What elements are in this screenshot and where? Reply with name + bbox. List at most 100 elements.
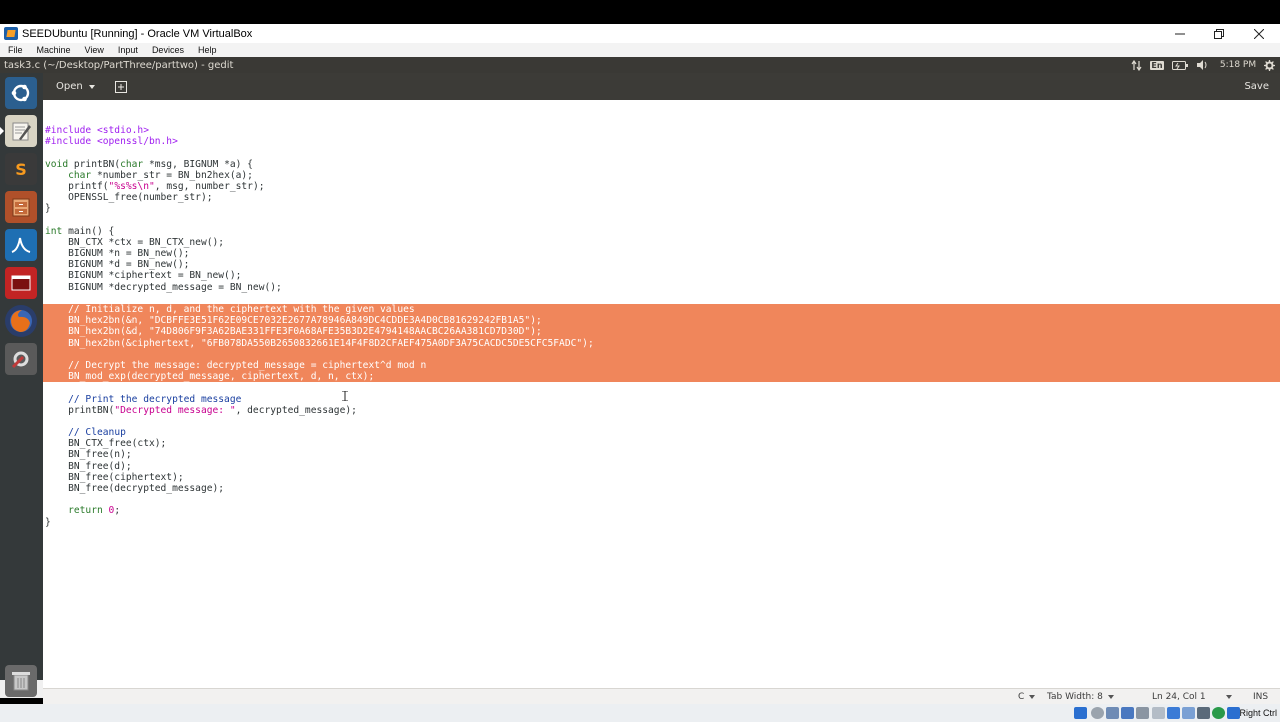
minimize-button[interactable] [1160, 24, 1200, 43]
code-token: int [45, 225, 63, 237]
vt-x-icon[interactable] [1212, 707, 1225, 719]
hard-disk-icon[interactable] [1074, 707, 1087, 719]
file-cabinet-icon [12, 198, 30, 217]
menu-devices[interactable]: Devices [144, 45, 190, 55]
language-selector[interactable]: C [1018, 689, 1036, 705]
save-button[interactable]: Save [1243, 76, 1270, 97]
keyboard-layout-indicator[interactable]: En [1150, 57, 1164, 73]
code-token: "%s%s\n" [108, 180, 155, 192]
ubuntu-dash-icon[interactable] [5, 77, 37, 109]
volume-icon-glyph [1196, 60, 1206, 70]
clock-indicator[interactable]: 5:18 PM [1218, 57, 1258, 73]
code-line: // Initialize n, d, and the ciphertext w… [43, 304, 1280, 316]
display-icon[interactable] [1167, 707, 1180, 719]
code-token: // Initialize n, d, and the ciphertext w… [68, 304, 415, 315]
open-button[interactable]: Open [47, 76, 104, 97]
code-token: BIGNUM *d = BN_new(); [45, 259, 190, 271]
code-token: ); [530, 315, 542, 327]
restore-icon [1214, 28, 1224, 39]
code-token: // Decrypt the message: decrypted_messag… [68, 359, 427, 371]
code-token: printf( [45, 180, 109, 192]
cursor-position-selector[interactable]: Ln 24, Col 1 [1152, 689, 1206, 705]
code-line: BN_hex2bn(&n, "DCBFFE3E51F62E09CE7032E26… [43, 315, 1280, 327]
file-manager-icon[interactable] [5, 191, 37, 223]
code-token: BN_free(decrypted_message); [45, 483, 225, 494]
trash-icon[interactable] [5, 665, 37, 697]
code-token: main() { [62, 225, 115, 237]
code-editor[interactable]: #include <stdio.h> #include <openssl/bn.h… [43, 100, 1280, 688]
chevron-down-icon [1107, 695, 1114, 699]
volume-icon[interactable] [1195, 57, 1209, 73]
code-line: printf("%s%s\n", msg, number_str); [43, 181, 1280, 192]
virtualbox-title-bar[interactable]: SEEDUbuntu [Running] - Oracle VM Virtual… [0, 24, 1280, 43]
system-settings-icon[interactable] [5, 343, 37, 375]
code-line: BN_hex2bn(&d, "74D806F9F3A62BAE331FFE3F0… [43, 326, 1280, 338]
code-token: ); [582, 337, 594, 349]
code-line: #include <openssl/bn.h> [43, 136, 1280, 147]
code-token: } [45, 516, 51, 528]
terminal-app-icon[interactable] [5, 267, 37, 299]
virtualbox-menu-bar: File Machine View Input Devices Help [0, 43, 1280, 57]
code-token: , decrypted_message); [235, 404, 357, 416]
code-token: , msg, number_str); [154, 180, 265, 192]
code-token: BN_hex2bn(&n, [45, 315, 149, 327]
code-token: void [45, 158, 69, 170]
menu-machine[interactable]: Machine [29, 45, 77, 55]
mouse-integration-icon[interactable] [1227, 707, 1240, 719]
text-editor-icon[interactable] [0, 115, 37, 147]
menu-help[interactable]: Help [190, 45, 223, 55]
code-token: ; [114, 505, 121, 517]
host-key-label: Right Ctrl [1239, 708, 1277, 718]
save-button-label: Save [1244, 81, 1269, 92]
host-key-indicator[interactable]: Right Ctrl [1239, 704, 1277, 722]
cpu-icon[interactable] [1197, 707, 1210, 719]
code-line: BIGNUM *ciphertext = BN_new(); [43, 270, 1280, 281]
settings-gear-icon[interactable] [1262, 57, 1276, 73]
menu-view[interactable]: View [77, 45, 110, 55]
ubuntu-logo-icon [11, 84, 30, 102]
code-token: BN_free(d); [45, 460, 132, 472]
battery-icon[interactable] [1171, 57, 1189, 73]
code-token: BN_hex2bn(&d, [45, 326, 149, 338]
code-token: // Cleanup [68, 427, 126, 439]
code-token: BN_CTX *ctx = BN_CTX_new(); [45, 236, 225, 248]
close-icon [1254, 28, 1264, 39]
code-token: "Decrypted message: " [114, 404, 236, 416]
firefox-globe-icon [10, 310, 32, 332]
position-dropdown[interactable] [1226, 689, 1232, 705]
optical-drive-icon[interactable] [1091, 707, 1104, 719]
network-icon[interactable] [1121, 707, 1134, 719]
code-token: // Print the decrypted message [68, 393, 242, 405]
tab-width-selector[interactable]: Tab Width: 8 [1047, 689, 1114, 705]
code-line: #include <stdio.h> [43, 125, 1280, 136]
code-token: "74D806F9F3A62BAE331FFE3F0A68AFE35B3D2E4… [148, 326, 531, 338]
firefox-icon[interactable] [5, 305, 37, 337]
virtualbox-status-bar: Right Ctrl [0, 704, 1280, 722]
code-token: BN_free(n); [45, 449, 132, 461]
terminal-window-icon [11, 275, 31, 291]
sublime-text-icon[interactable]: S [5, 153, 37, 185]
new-document-button[interactable] [110, 76, 132, 97]
video-capture-icon[interactable] [1182, 707, 1195, 719]
code-line: int main() { [43, 226, 1280, 237]
tab-width-label: Tab Width: 8 [1047, 692, 1103, 702]
code-line: // Decrypt the message: decrypted_messag… [43, 359, 1280, 372]
code-token: *msg, BIGNUM *a) { [143, 158, 253, 170]
usb-icon[interactable] [1136, 707, 1149, 719]
network-arrows-icon[interactable] [1128, 57, 1144, 73]
menu-file[interactable]: File [0, 45, 29, 55]
restore-button[interactable] [1199, 24, 1239, 43]
code-token: } [45, 203, 51, 215]
shared-folders-icon[interactable] [1152, 707, 1165, 719]
close-button[interactable] [1239, 24, 1279, 43]
code-token: *number_str = BN_bn2hex(a); [91, 169, 253, 181]
code-line: } [43, 517, 1280, 528]
wireshark-icon[interactable] [5, 229, 37, 261]
audio-icon[interactable] [1106, 707, 1119, 719]
menu-input[interactable]: Input [110, 45, 144, 55]
